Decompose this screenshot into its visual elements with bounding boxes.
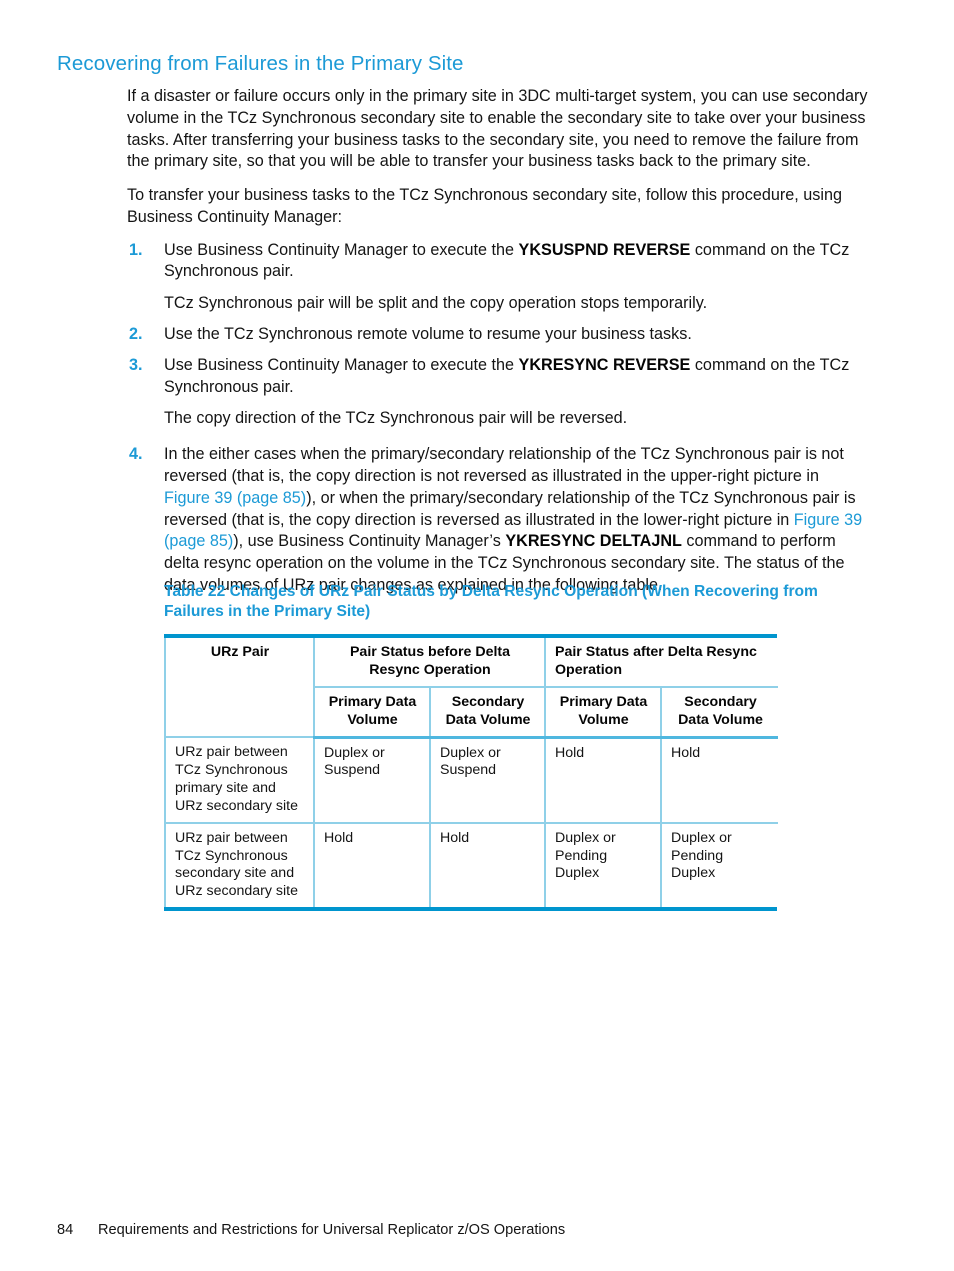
urz-pair-status-table: URz Pair Pair Status before Delta Resync… [164, 638, 779, 908]
step-text-before: Use Business Continuity Manager to execu… [164, 355, 519, 374]
page-footer: 84 Requirements and Restrictions for Univ… [57, 1222, 565, 1238]
table-row: URz pair between TCz Synchronous seconda… [164, 822, 779, 908]
step-result: TCz Synchronous pair will be split and t… [164, 294, 708, 313]
command-name: YKRESYNC REVERSE [518, 355, 691, 374]
step-number: 4. [129, 445, 143, 464]
cell-before-secondary: Duplex or Suspend [428, 737, 546, 824]
list-item: 4. In the either cases when the primary/… [127, 444, 869, 596]
table-bottom-rule [164, 907, 777, 912]
step-body: Use the TCz Synchronous remote volume to… [164, 324, 869, 346]
cell-before-secondary: Hold [428, 822, 546, 908]
body-content: If a disaster or failure occurs only in … [127, 86, 869, 606]
cell-after-secondary: Duplex or Pending Duplex [660, 822, 779, 908]
cell-urz-pair: URz pair between TCz Synchronous seconda… [164, 822, 314, 908]
footer-running-title: Requirements and Restrictions for Univer… [98, 1222, 566, 1238]
step-body: Use Business Continuity Manager to execu… [164, 240, 869, 284]
step-result: The copy direction of the TCz Synchronou… [164, 409, 628, 428]
column-header-before-secondary: Secondary Data Volume [428, 686, 546, 739]
figure-39-link-1[interactable]: Figure 39 (page 85) [164, 489, 306, 507]
table-container: URz Pair Pair Status before Delta Resync… [164, 634, 779, 912]
step4-segment-1: In the either cases when the primary/sec… [164, 445, 844, 485]
page-title: Recovering from Failures in the Primary … [57, 52, 464, 75]
procedure-lead-paragraph: To transfer your business tasks to the T… [127, 186, 842, 226]
table-caption: Table 22 Changes of URz Pair Status by D… [164, 583, 818, 621]
column-header-group-before: Pair Status before Delta Resync Operatio… [312, 638, 546, 688]
table-row: URz pair between TCz Synchronous primary… [164, 737, 779, 824]
step-number: 1. [129, 240, 143, 259]
cell-after-primary: Hold [544, 737, 662, 824]
cell-urz-pair: URz pair between TCz Synchronous primary… [164, 737, 314, 824]
step-text-before: Use the TCz Synchronous remote volume to… [164, 325, 692, 344]
column-header-group-after: Pair Status after Delta Resync Operation [544, 638, 779, 688]
command-name: YKSUSPND REVERSE [518, 240, 691, 259]
table-header-row-groups: URz Pair Pair Status before Delta Resync… [164, 638, 779, 739]
step-body: In the either cases when the primary/sec… [164, 444, 869, 596]
cell-after-primary: Duplex or Pending Duplex [544, 822, 662, 908]
step-number: 3. [129, 355, 143, 374]
procedure-step-list: 1. Use Business Continuity Manager to ex… [127, 240, 869, 597]
column-header-before-primary: Primary Data Volume [313, 686, 430, 739]
command-name: YKRESYNC DELTAJNL [505, 532, 682, 551]
footer-page-number: 84 [57, 1222, 74, 1238]
cell-after-secondary: Hold [660, 737, 779, 824]
column-header-urz-pair: URz Pair [164, 638, 314, 739]
intro-paragraph: If a disaster or failure occurs only in … [127, 87, 868, 171]
document-page: Recovering from Failures in the Primary … [0, 0, 954, 1271]
column-header-after-primary: Primary Data Volume [544, 686, 662, 739]
list-item: 1. Use Business Continuity Manager to ex… [127, 240, 869, 315]
step4-segment-3: ), use Business Continuity Manager’s [233, 532, 506, 551]
step-body: Use Business Continuity Manager to execu… [164, 355, 869, 399]
list-item: 3. Use Business Continuity Manager to ex… [127, 355, 869, 430]
list-item: 2. Use the TCz Synchronous remote volume… [127, 324, 869, 346]
cell-before-primary: Hold [313, 822, 430, 908]
cell-before-primary: Duplex or Suspend [313, 737, 430, 824]
column-header-after-secondary: Secondary Data Volume [660, 686, 779, 739]
step-number: 2. [129, 325, 143, 344]
step-text-before: Use Business Continuity Manager to execu… [164, 240, 519, 259]
